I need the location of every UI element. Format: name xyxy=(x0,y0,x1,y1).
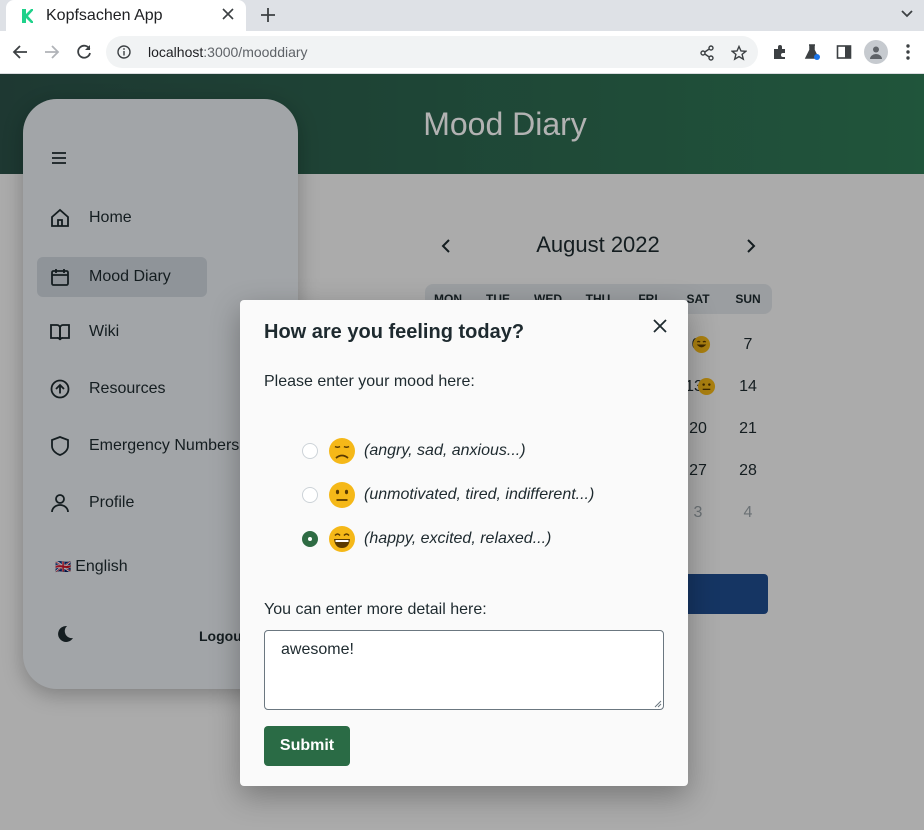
tab-title: Kopfsachen App xyxy=(46,6,163,24)
happy-face-icon xyxy=(329,526,355,552)
mood-description: (happy, excited, relaxed...) xyxy=(364,530,552,547)
tab-search-chevron-icon[interactable] xyxy=(900,6,916,24)
mood-radio-good[interactable] xyxy=(302,531,318,547)
detail-label: You can enter more detail here: xyxy=(264,601,487,618)
reload-icon[interactable] xyxy=(73,41,95,63)
browser-tabbar: Kopfsachen App xyxy=(0,0,924,31)
mood-option-bad[interactable]: (angry, sad, anxious...) xyxy=(302,435,526,467)
resize-grip-icon[interactable] xyxy=(654,700,662,708)
lab-flask-icon[interactable] xyxy=(802,42,822,62)
close-icon[interactable] xyxy=(650,316,670,336)
neutral-face-icon xyxy=(329,482,355,508)
site-info-icon[interactable] xyxy=(116,44,132,60)
mood-description: (unmotivated, tired, indifferent...) xyxy=(364,486,595,503)
url-path: :3000/mooddiary xyxy=(203,44,308,60)
forward-icon[interactable] xyxy=(41,41,63,63)
share-icon[interactable] xyxy=(698,44,716,62)
dialog-title: How are you feeling today? xyxy=(264,321,525,343)
mood-radio-neutral[interactable] xyxy=(302,487,318,503)
mood-prompt: Please enter your mood here: xyxy=(264,373,475,390)
detail-textarea[interactable]: awesome! xyxy=(264,630,664,710)
page: Mood Diary August 2022 MON TUE WED THU F… xyxy=(0,74,924,830)
back-icon[interactable] xyxy=(9,41,31,63)
extensions-puzzle-icon[interactable] xyxy=(770,42,790,62)
bookmark-star-icon[interactable] xyxy=(730,44,748,62)
mood-option-neutral[interactable]: (unmotivated, tired, indifferent...) xyxy=(302,479,594,511)
profile-avatar-icon[interactable] xyxy=(864,40,888,64)
browser-tab[interactable]: Kopfsachen App xyxy=(6,0,246,31)
mood-description: (angry, sad, anxious...) xyxy=(364,442,526,459)
browser-toolbar: localhost:3000/mooddiary xyxy=(0,31,924,74)
new-tab-button[interactable] xyxy=(258,3,278,27)
browser-menu-icon[interactable] xyxy=(898,42,918,62)
app-favicon-icon xyxy=(20,8,34,23)
tab-close-icon[interactable] xyxy=(220,7,236,25)
mood-radio-bad[interactable] xyxy=(302,443,318,459)
mood-option-good[interactable]: (happy, excited, relaxed...) xyxy=(302,523,551,555)
url-host: localhost xyxy=(148,44,204,60)
sad-face-icon xyxy=(329,438,355,464)
submit-button[interactable]: Submit xyxy=(264,726,350,766)
address-bar[interactable]: localhost:3000/mooddiary xyxy=(106,36,758,68)
side-panel-icon[interactable] xyxy=(834,42,854,62)
mood-dialog: How are you feeling today? Please enter … xyxy=(240,300,688,786)
